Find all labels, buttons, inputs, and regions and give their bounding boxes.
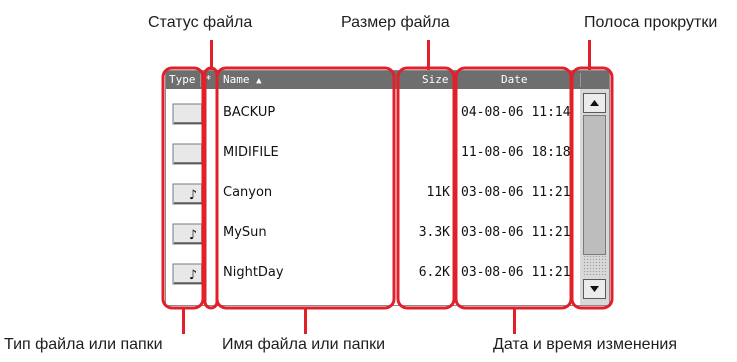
status-column-highlight <box>203 66 219 310</box>
name-column-highlight <box>215 66 396 310</box>
scrollbar-highlight <box>570 66 614 310</box>
highlight-overlay <box>161 66 614 310</box>
size-column-highlight <box>396 66 456 310</box>
date-column-highlight <box>454 66 573 310</box>
type-column-highlight <box>161 66 205 310</box>
